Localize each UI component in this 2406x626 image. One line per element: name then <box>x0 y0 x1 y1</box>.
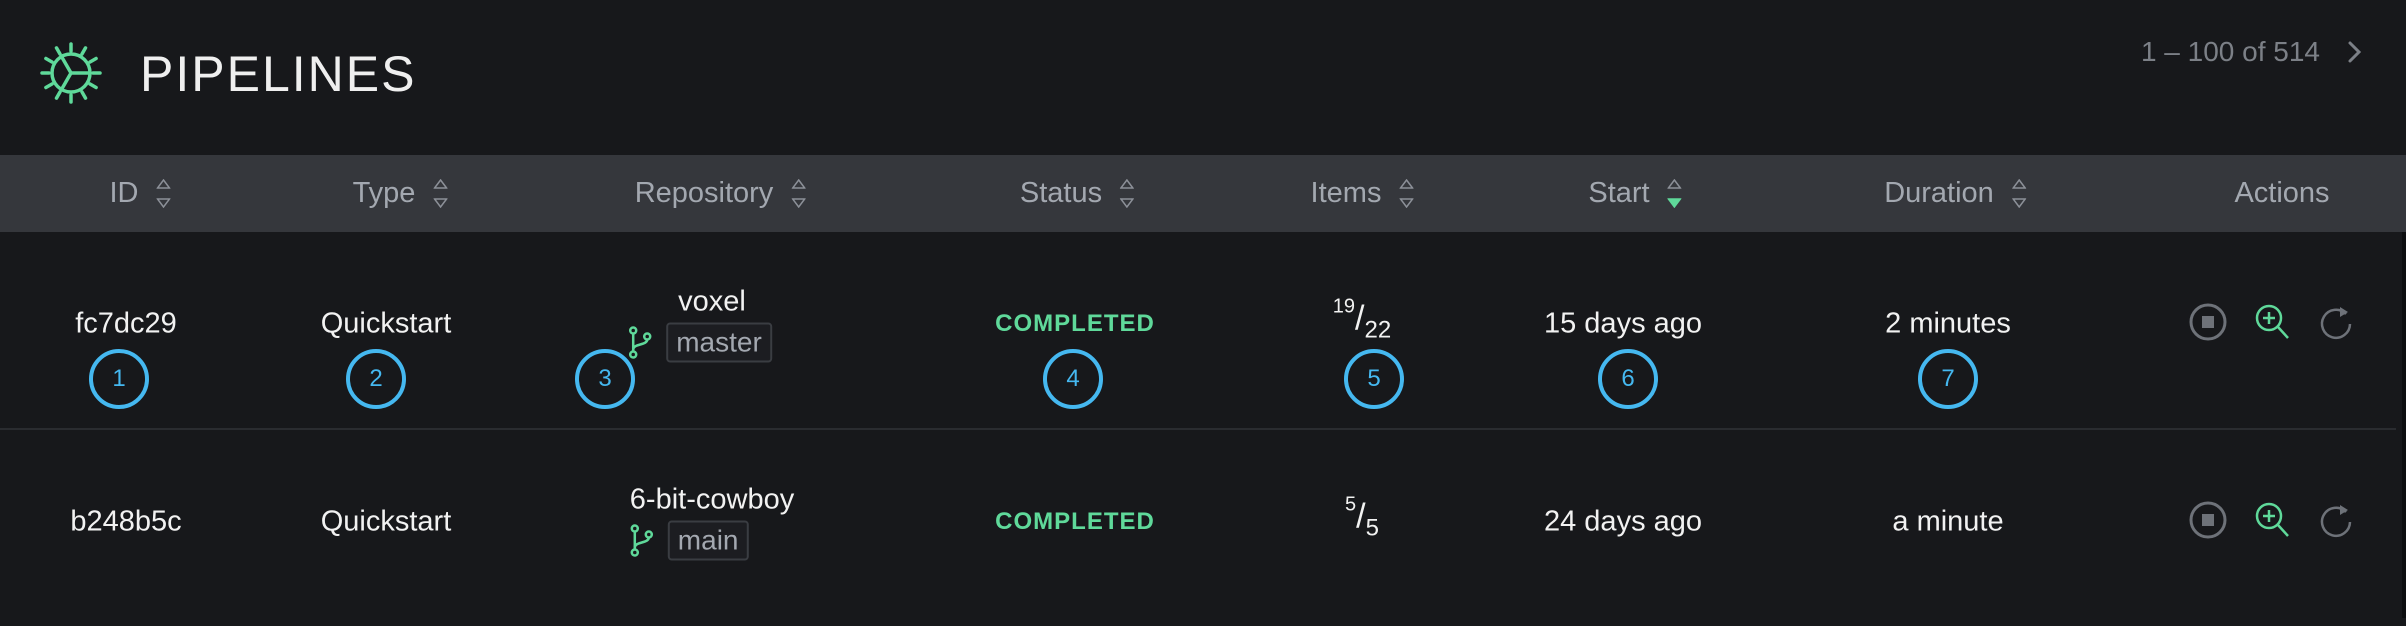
repository-cell: 6-bit-cowboy main <box>630 484 794 561</box>
column-header-id[interactable]: ID <box>110 155 171 232</box>
table-row[interactable]: fc7dc29 Quickstart voxel master COMPLETE… <box>0 232 2396 430</box>
column-header-duration[interactable]: Duration <box>1884 155 2026 232</box>
stop-icon[interactable] <box>2188 500 2228 540</box>
annotation-marker: 3 <box>575 349 635 409</box>
annotation-marker: 6 <box>1598 349 1658 409</box>
sort-toggle[interactable] <box>2011 179 2026 208</box>
column-header-repository[interactable]: Repository <box>635 155 806 232</box>
sort-toggle[interactable] <box>1667 179 1682 208</box>
sort-toggle[interactable] <box>433 179 448 208</box>
branch: master <box>628 322 772 363</box>
duration: a minute <box>1892 505 2004 538</box>
items-count: 5/5 <box>1345 493 1379 542</box>
sort-up-icon <box>1399 179 1414 189</box>
sort-up-icon <box>791 179 806 189</box>
column-header-start[interactable]: Start <box>1588 155 1682 232</box>
sort-down-active-icon <box>1667 198 1682 208</box>
branch-tag: master <box>666 322 772 363</box>
column-header-status[interactable]: Status <box>1019 155 1135 232</box>
column-label: Duration <box>1884 177 1994 209</box>
status-badge: COMPLETED <box>995 310 1155 337</box>
sort-toggle[interactable] <box>156 179 171 208</box>
column-label: Status <box>1019 177 1103 209</box>
column-label: Start <box>1588 177 1650 209</box>
pipeline-id[interactable]: fc7dc29 <box>75 308 177 341</box>
sort-toggle[interactable] <box>1399 179 1414 208</box>
column-header-actions: Actions <box>2234 155 2329 232</box>
column-header-items[interactable]: Items <box>1311 155 1414 232</box>
row-actions <box>2188 302 2356 342</box>
sort-down-icon <box>1120 198 1135 208</box>
gear-wheel-icon <box>40 42 102 104</box>
items-done: 5 <box>1345 493 1357 516</box>
items-done: 19 <box>1332 295 1356 318</box>
sort-up-icon <box>1667 179 1682 189</box>
git-branch-icon <box>628 326 652 359</box>
sort-up-icon <box>1120 179 1135 189</box>
items-total: 5 <box>1365 514 1379 542</box>
branch-tag: main <box>667 520 749 561</box>
sort-down-icon <box>1399 198 1414 208</box>
annotation-marker: 7 <box>1918 349 1978 409</box>
annotation-marker: 5 <box>1344 349 1404 409</box>
table-row[interactable]: b248b5c Quickstart 6-bit-cowboy main COM… <box>0 430 2396 626</box>
pipeline-type: Quickstart <box>320 505 452 538</box>
column-label: ID <box>109 177 139 209</box>
pagination: 1 – 100 of 514 <box>2141 36 2366 68</box>
chevron-right-icon[interactable] <box>2344 37 2366 67</box>
sort-up-icon <box>156 179 171 189</box>
start-time: 15 days ago <box>1543 307 1703 340</box>
branch: main <box>630 520 794 561</box>
sort-down-icon <box>433 198 448 208</box>
restart-icon[interactable] <box>2316 500 2356 540</box>
sort-down-icon <box>2011 198 2026 208</box>
restart-icon[interactable] <box>2316 302 2356 342</box>
annotation-marker: 1 <box>89 349 149 409</box>
items-total: 22 <box>1364 316 1392 344</box>
sort-up-icon <box>2011 179 2026 189</box>
row-actions <box>2188 500 2356 540</box>
start-time: 24 days ago <box>1543 505 1703 538</box>
column-label: Type <box>352 177 416 209</box>
git-branch-icon <box>630 524 654 557</box>
sort-toggle[interactable] <box>791 179 806 208</box>
vertical-scrollbar[interactable] <box>2402 232 2406 618</box>
inspect-zoom-icon[interactable] <box>2252 302 2292 342</box>
column-label: Actions <box>2234 177 2330 209</box>
repository-cell: voxel master <box>628 286 772 363</box>
column-label: Repository <box>634 177 774 209</box>
annotation-marker: 4 <box>1043 349 1103 409</box>
sort-toggle[interactable] <box>1120 179 1135 208</box>
annotation-marker: 2 <box>346 349 406 409</box>
column-header-type[interactable]: Type <box>353 155 448 232</box>
pagination-range: 1 – 100 of 514 <box>2140 36 2320 67</box>
sort-down-icon <box>791 198 806 208</box>
pipeline-type: Quickstart <box>320 307 452 340</box>
table-header: ID Type Repository Status Items Start Du… <box>0 155 2406 232</box>
sort-down-icon <box>156 198 171 208</box>
status-badge: COMPLETED <box>995 508 1155 535</box>
column-label: Items <box>1310 177 1382 209</box>
stop-icon[interactable] <box>2188 302 2228 342</box>
repository-name[interactable]: voxel <box>652 286 772 319</box>
inspect-zoom-icon[interactable] <box>2252 500 2292 540</box>
repository-name[interactable]: 6-bit-cowboy <box>630 484 794 517</box>
items-count: 19/22 <box>1332 295 1392 344</box>
sort-up-icon <box>433 179 448 189</box>
page-title: PIPELINES <box>140 46 417 102</box>
page-header: PIPELINES 1 – 100 of 514 <box>0 0 2406 155</box>
duration: 2 minutes <box>1885 307 2011 340</box>
pipeline-id[interactable]: b248b5c <box>70 506 181 539</box>
